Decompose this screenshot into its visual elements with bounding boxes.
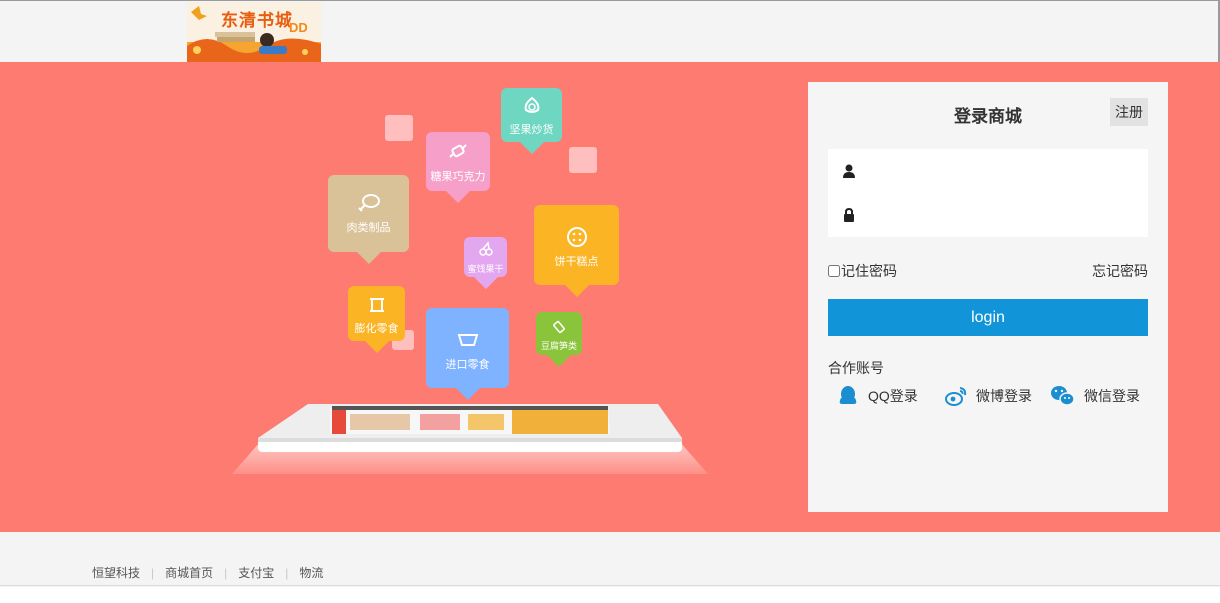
candy-icon	[449, 144, 467, 158]
separator: |	[151, 565, 155, 580]
qq-login[interactable]: QQ登录	[836, 384, 918, 408]
category-puffed[interactable]: 膨化零食	[348, 286, 405, 341]
category-label: 进口零食	[445, 359, 490, 371]
password-field-row	[828, 193, 1148, 237]
oauth-label: QQ登录	[868, 388, 918, 404]
username-field-row	[828, 149, 1148, 193]
category-imported[interactable]: 进口零食	[426, 308, 509, 388]
footer-link[interactable]: 商城首页	[165, 564, 213, 581]
forgot-password-link[interactable]: 忘记密码	[1092, 261, 1148, 281]
hero-banner: 坚果炒货 糖果巧克力 肉类制品 蜜饯果干 饼干糕点 膨化零食 进口零食 豆腐笋类…	[0, 62, 1220, 532]
oauth-label: 微博登录	[976, 388, 1032, 404]
category-biscuits[interactable]: 饼干糕点	[534, 205, 619, 285]
category-candy[interactable]: 糖果巧克力	[426, 132, 490, 191]
deco-bubble	[569, 147, 597, 173]
logo-name: 东清书城	[221, 11, 293, 30]
footer-bottom	[0, 587, 1220, 603]
footer-link[interactable]: 物流	[299, 564, 323, 581]
credentials-box	[828, 149, 1148, 237]
user-icon	[843, 164, 855, 178]
footer-link[interactable]: 恒望科技	[92, 564, 140, 581]
weibo-login[interactable]: 微博登录	[944, 384, 1032, 408]
category-label: 坚果炒货	[509, 124, 554, 136]
username-input[interactable]	[868, 157, 1142, 187]
wechat-login[interactable]: 微信登录	[1050, 384, 1140, 408]
tofu-icon	[553, 320, 565, 334]
category-meat[interactable]: 肉类制品	[328, 175, 409, 252]
qq-icon	[839, 386, 857, 404]
cherry-icon	[478, 241, 493, 256]
cookie-icon	[566, 227, 587, 247]
footer-links: 恒望科技 | 商城首页 | 支付宝 | 物流	[92, 564, 323, 581]
deco-bubble	[385, 115, 413, 141]
top-rule	[0, 0, 1220, 1]
category-label: 肉类制品	[346, 222, 391, 234]
logo-subtitle: DD	[289, 20, 308, 35]
category-tofu[interactable]: 豆腐笋类	[536, 312, 582, 355]
wechat-icon	[1051, 386, 1075, 406]
footer-divider	[0, 585, 1220, 586]
partner-accounts-label: 合作账号	[828, 360, 884, 376]
category-label: 糖果巧克力	[430, 171, 486, 183]
category-nuts[interactable]: 坚果炒货	[501, 88, 562, 142]
separator: |	[285, 565, 289, 580]
register-button[interactable]: 注册	[1110, 98, 1148, 126]
login-button[interactable]: login	[828, 299, 1148, 336]
separator: |	[224, 565, 228, 580]
remember-checkbox[interactable]	[828, 265, 840, 277]
category-label: 豆腐笋类	[540, 341, 577, 351]
oauth-label: 微信登录	[1084, 388, 1140, 404]
import-icon	[457, 334, 478, 346]
site-logo[interactable]: 东清书城 DD	[187, 2, 321, 62]
remember-password[interactable]: 记住密码	[828, 261, 897, 281]
password-input[interactable]	[868, 201, 1142, 231]
weibo-icon	[945, 387, 967, 406]
meat-icon	[357, 194, 380, 212]
footer-link[interactable]: 支付宝	[238, 564, 274, 581]
remember-label: 记住密码	[841, 263, 897, 279]
category-label: 饼干糕点	[554, 256, 599, 268]
category-label: 蜜饯果干	[467, 264, 504, 274]
puffed-icon	[369, 298, 384, 312]
category-label: 膨化零食	[354, 323, 399, 335]
nut-icon	[524, 96, 539, 113]
category-dried-fruit[interactable]: 蜜饯果干	[464, 237, 507, 277]
login-panel: 登录商城 注册 记住密码 忘记密码 login 合作账号 QQ登录 微博登录 微…	[808, 82, 1168, 512]
lock-icon	[844, 207, 854, 222]
